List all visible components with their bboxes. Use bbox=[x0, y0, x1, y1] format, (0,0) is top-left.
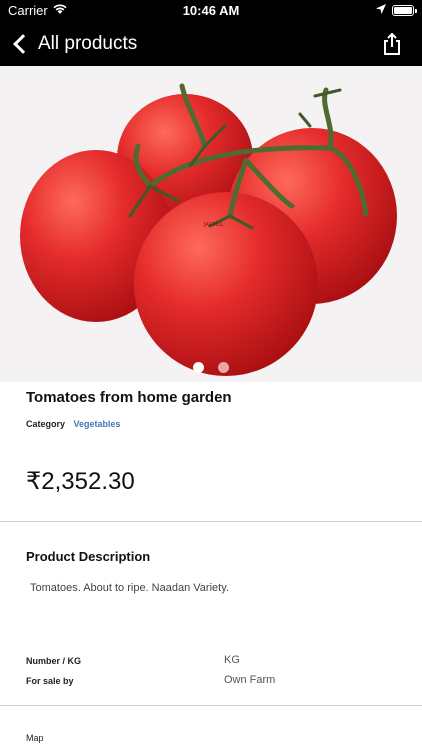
location-arrow-icon bbox=[375, 3, 387, 18]
description-text: Tomatoes. About to ripe. Naadan Variety. bbox=[30, 582, 229, 594]
spec-label-seller: For sale by bbox=[26, 676, 74, 686]
page-indicator bbox=[0, 362, 422, 373]
product-price: ₹2,352.30 bbox=[26, 468, 135, 495]
product-image[interactable]: JAGMUL bbox=[0, 66, 422, 382]
category-link[interactable]: Vegetables bbox=[74, 419, 121, 429]
spec-label-number: Number / KG bbox=[26, 656, 82, 666]
back-label: All products bbox=[38, 33, 138, 54]
battery-icon bbox=[392, 5, 417, 16]
category-label: Category bbox=[26, 419, 66, 429]
share-icon[interactable] bbox=[378, 30, 406, 58]
watermark-text: JAGMUL bbox=[203, 222, 224, 228]
divider bbox=[0, 521, 422, 522]
chevron-left-icon bbox=[13, 34, 33, 54]
map-label: Map bbox=[26, 733, 44, 743]
navigation-bar: All products bbox=[0, 22, 422, 66]
status-time: 10:46 AM bbox=[182, 3, 240, 18]
category-row: Category Vegetables bbox=[26, 419, 121, 429]
spec-value-number: KG bbox=[224, 654, 240, 666]
divider bbox=[0, 705, 422, 706]
page-dot-1[interactable] bbox=[193, 362, 204, 373]
back-button[interactable]: All products bbox=[10, 28, 137, 60]
page-dot-2[interactable] bbox=[218, 362, 229, 373]
description-heading: Product Description bbox=[26, 549, 151, 564]
spec-value-seller: Own Farm bbox=[224, 674, 276, 686]
product-title: Tomatoes from home garden bbox=[26, 389, 232, 406]
status-bar: Carrier 10:46 AM bbox=[0, 0, 422, 22]
